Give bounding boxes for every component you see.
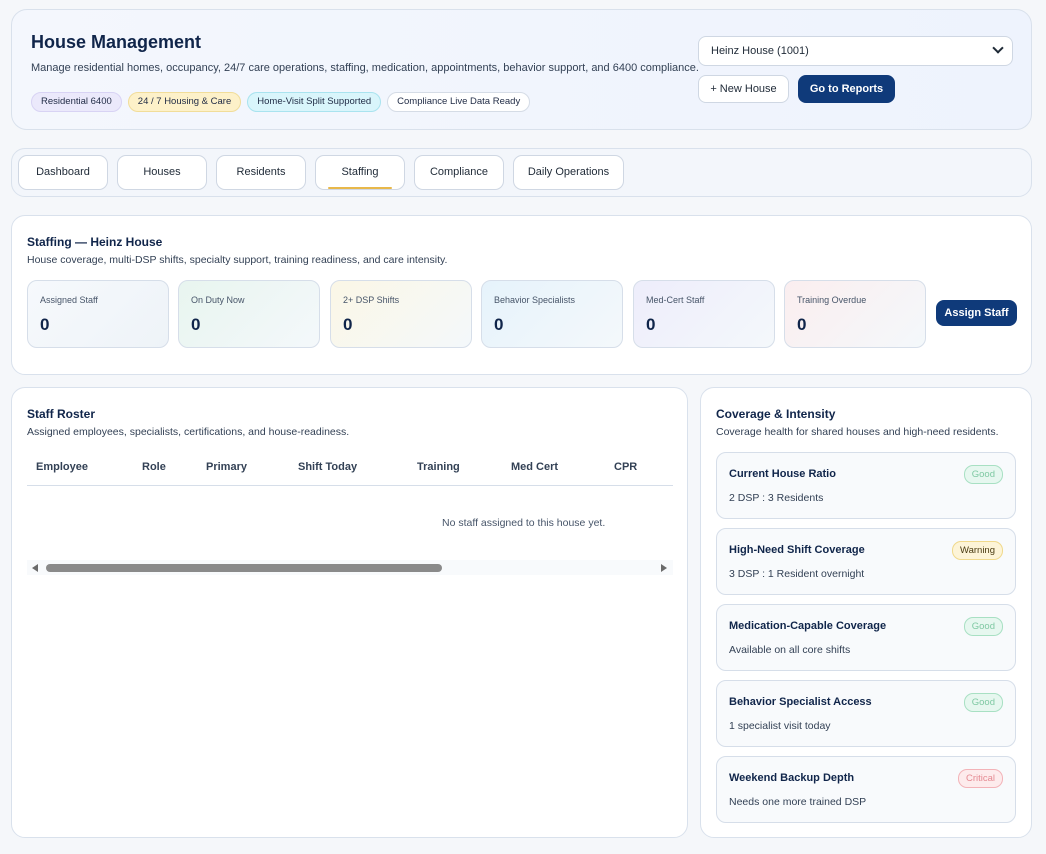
column-header-role[interactable]: Role	[142, 461, 166, 473]
stat-label: 2+ DSP Shifts	[343, 295, 400, 305]
tab-houses[interactable]: Houses	[117, 155, 207, 190]
tab-dashboard[interactable]: Dashboard	[18, 155, 108, 190]
stat-value: 0	[40, 315, 50, 334]
page-title: House Management	[31, 32, 202, 52]
stat-med-cert-staff: Med-Cert Staff 0	[633, 280, 775, 348]
stat-label: Med-Cert Staff	[646, 295, 705, 305]
page-header: House Management Manage residential home…	[11, 9, 1032, 130]
status-badge: Critical	[957, 769, 1003, 788]
staffing-title: Staffing — Heinz House	[27, 235, 163, 249]
status-badge: Warning	[951, 541, 1003, 560]
house-select[interactable]: Heinz House (1001)	[698, 36, 1013, 66]
coverage-item-detail: Needs one more trained DSP	[729, 796, 867, 808]
stat-behavior-specialists: Behavior Specialists 0	[481, 280, 623, 348]
coverage-subtitle: Coverage health for shared houses and hi…	[716, 426, 999, 438]
scroll-left-arrow-icon[interactable]	[32, 564, 38, 572]
stat-label: Behavior Specialists	[494, 295, 576, 305]
badge-residential: Residential 6400	[31, 92, 122, 112]
stat-multi-dsp-shifts: 2+ DSP Shifts 0	[330, 280, 472, 348]
column-header-shift-today[interactable]: Shift Today	[298, 461, 357, 473]
coverage-item-title: Weekend Backup Depth	[729, 772, 855, 784]
scrollbar-thumb[interactable]	[46, 564, 442, 572]
stat-label: On Duty Now	[191, 295, 245, 305]
coverage-item-detail: Available on all core shifts	[729, 644, 851, 656]
column-header-training[interactable]: Training	[417, 461, 460, 473]
coverage-item-title: Current House Ratio	[729, 468, 836, 480]
status-badge: Good	[963, 465, 1003, 484]
stat-value: 0	[494, 315, 504, 334]
roster-subtitle: Assigned employees, specialists, certifi…	[27, 426, 350, 438]
coverage-item-detail: 1 specialist visit today	[729, 720, 831, 732]
coverage-item-detail: 2 DSP : 3 Residents	[729, 492, 824, 504]
go-to-reports-button[interactable]: Go to Reports	[798, 75, 895, 103]
column-header-cpr[interactable]: CPR	[614, 461, 637, 473]
badge-housing-care: 24 / 7 Housing & Care	[127, 92, 242, 112]
status-badge: Good	[963, 693, 1003, 712]
badge-list: Residential 6400 24 / 7 Housing & Care H…	[31, 92, 531, 112]
tab-staffing[interactable]: Staffing	[315, 155, 405, 190]
coverage-item-title: High-Need Shift Coverage	[729, 544, 865, 556]
column-header-primary[interactable]: Primary	[206, 461, 247, 473]
empty-roster-message: No staff assigned to this house yet.	[442, 517, 606, 529]
stat-label: Training Overdue	[797, 295, 867, 305]
house-select-value: Heinz House (1001)	[711, 45, 809, 57]
roster-table-header: Employee Role Primary Shift Today Traini…	[27, 453, 673, 486]
stat-value: 0	[191, 315, 201, 334]
coverage-title: Coverage & Intensity	[716, 407, 836, 421]
coverage-item-title: Medication-Capable Coverage	[729, 620, 887, 632]
stat-training-overdue: Training Overdue 0	[784, 280, 926, 348]
badge-home-visit: Home-Visit Split Supported	[247, 92, 382, 112]
coverage-item-weekend-backup: Weekend Backup Depth Needs one more trai…	[716, 756, 1016, 823]
column-header-employee[interactable]: Employee	[36, 461, 88, 473]
tab-residents[interactable]: Residents	[216, 155, 306, 190]
coverage-item-behavior-specialist: Behavior Specialist Access 1 specialist …	[716, 680, 1016, 747]
tab-bar: Dashboard Houses Residents Staffing Comp…	[11, 148, 1032, 197]
chevron-down-icon	[992, 42, 1004, 54]
badge-compliance: Compliance Live Data Ready	[387, 92, 531, 112]
stat-value: 0	[797, 315, 807, 334]
tab-daily-operations[interactable]: Daily Operations	[513, 155, 624, 190]
coverage-item-detail: 3 DSP : 1 Resident overnight	[729, 568, 865, 580]
coverage-item-house-ratio: Current House Ratio 2 DSP : 3 Residents …	[716, 452, 1016, 519]
coverage-card: Coverage & Intensity Coverage health for…	[700, 387, 1032, 838]
tab-compliance[interactable]: Compliance	[414, 155, 504, 190]
coverage-item-medication-capable: Medication-Capable Coverage Available on…	[716, 604, 1016, 671]
roster-title: Staff Roster	[27, 407, 96, 421]
assign-staff-button[interactable]: Assign Staff	[936, 300, 1017, 326]
page-subtitle: Manage residential homes, occupancy, 24/…	[31, 62, 699, 74]
column-header-med-cert[interactable]: Med Cert	[511, 461, 558, 473]
staff-roster-card: Staff Roster Assigned employees, special…	[11, 387, 688, 838]
coverage-item-title: Behavior Specialist Access	[729, 696, 872, 708]
staffing-summary-card: Staffing — Heinz House House coverage, m…	[11, 215, 1032, 375]
scroll-right-arrow-icon[interactable]	[661, 564, 667, 572]
new-house-button[interactable]: + New House	[698, 75, 789, 103]
coverage-item-high-need-shift: High-Need Shift Coverage 3 DSP : 1 Resid…	[716, 528, 1016, 595]
stat-value: 0	[646, 315, 656, 334]
stat-value: 0	[343, 315, 353, 334]
stat-on-duty-now: On Duty Now 0	[178, 280, 320, 348]
staffing-subtitle: House coverage, multi-DSP shifts, specia…	[27, 254, 448, 266]
horizontal-scrollbar[interactable]	[27, 560, 673, 575]
stat-label: Assigned Staff	[40, 295, 98, 305]
stat-assigned-staff: Assigned Staff 0	[27, 280, 169, 348]
status-badge: Good	[963, 617, 1003, 636]
